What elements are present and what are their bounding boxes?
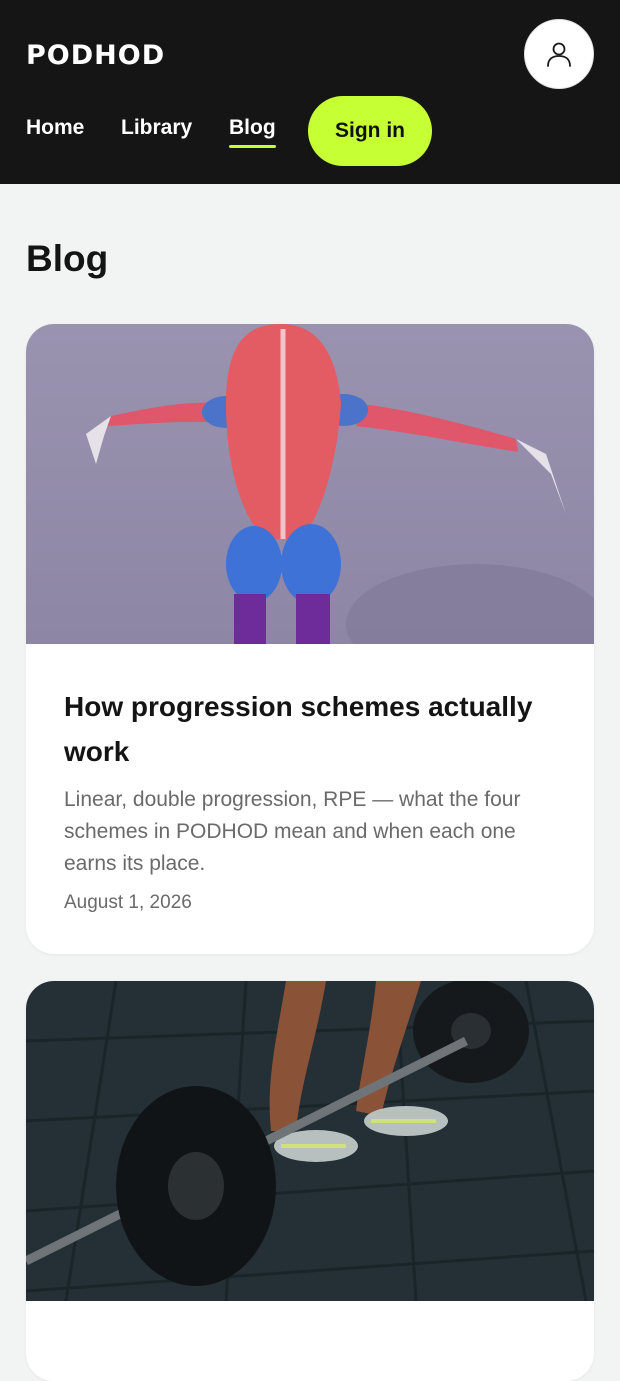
post-excerpt: Linear, double progression, RPE — what t… [64, 788, 521, 875]
barbell-deadlift-image [26, 981, 594, 1301]
user-icon [547, 42, 571, 67]
nav-library[interactable]: Library [121, 116, 192, 140]
site-header: PODHOD Home Library Blog Sign in [0, 0, 620, 184]
post-date: August 1, 2026 [64, 892, 192, 913]
profile-button[interactable] [524, 19, 594, 89]
blog-card[interactable]: How progression schemes actually work Li… [26, 324, 594, 954]
logo[interactable]: PODHOD [26, 40, 165, 71]
sign-in-button[interactable]: Sign in [308, 96, 432, 166]
post-title[interactable]: How progression schemes actually work [64, 684, 556, 774]
nav-home[interactable]: Home [26, 116, 84, 140]
muscle-anatomy-image [26, 324, 594, 644]
nav-blog[interactable]: Blog [229, 116, 276, 148]
main-nav: Home Library Blog Sign in [0, 96, 620, 166]
page-title: Blog [26, 238, 109, 279]
blog-card[interactable] [26, 981, 594, 1381]
